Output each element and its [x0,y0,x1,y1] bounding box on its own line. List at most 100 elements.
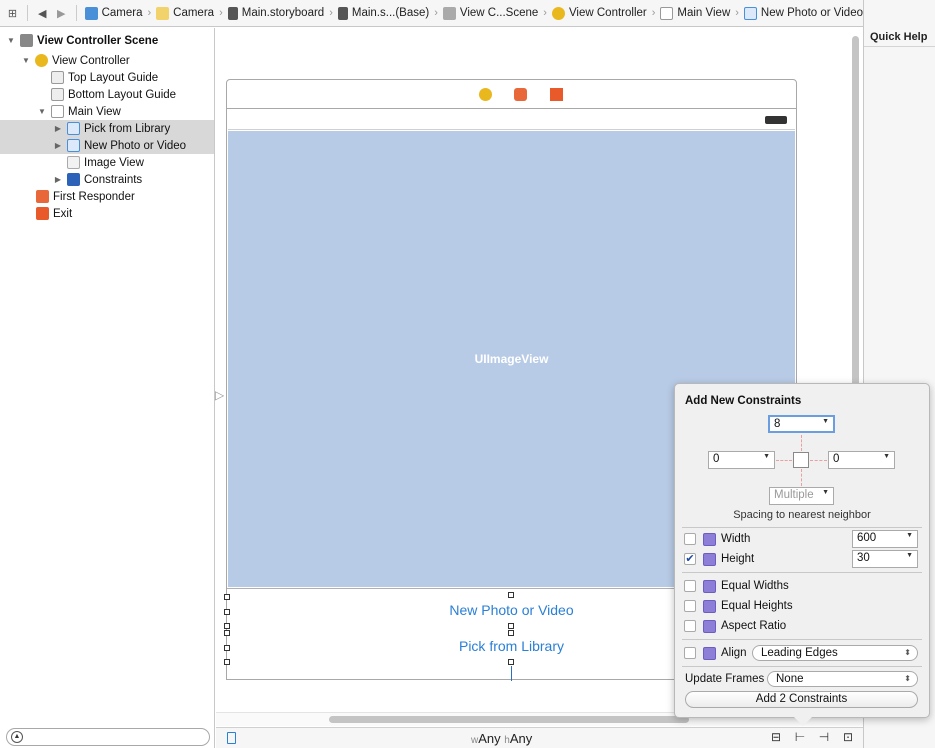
breadcrumb-folder[interactable]: Camera [156,6,214,20]
breadcrumb-scene[interactable]: View C...Scene [442,6,538,20]
popup-arrows-icon: ⬍ [904,648,911,657]
resize-handle[interactable] [224,594,230,600]
dropdown-arrow-icon[interactable]: ▼ [763,453,770,460]
project-icon [84,6,98,20]
divider [682,572,922,573]
outline-item-bottom-layout-guide[interactable]: Bottom Layout Guide [0,86,214,103]
outline-item-new-photo-or-video[interactable]: ▶ New Photo or Video [0,137,214,154]
width-icon [703,532,716,546]
outline-item-view-controller[interactable]: ▼ View Controller [0,52,214,69]
view-controller-icon [35,54,48,67]
equal-widths-icon [703,579,716,593]
storyboard-icon [337,6,348,20]
dropdown-arrow-icon[interactable]: ▼ [822,418,829,425]
trailing-pin-toggle[interactable] [810,460,827,461]
aspect-ratio-checkbox[interactable] [684,620,696,632]
outline-item-main-view[interactable]: ▼ Main View [0,103,214,120]
breadcrumb-view-controller[interactable]: View Controller [551,6,647,20]
horizontal-scroll-thumb[interactable] [329,716,689,723]
update-frames-label: Update Frames [685,673,765,685]
outline-item-image-view[interactable]: Image View [0,154,214,171]
outline-item-constraints[interactable]: ▶ Constraints [0,171,214,188]
trailing-spacing-field[interactable]: 0 ▼ [828,451,895,469]
width-value-field[interactable]: 600 ▼ [852,530,918,548]
image-view-label: UIImageView [474,352,549,366]
dropdown-arrow-icon[interactable]: ▼ [906,552,913,559]
update-frames-popup[interactable]: None ⬍ [767,671,918,687]
layout-buttons: ⊟ ⊢ ⊣ ⊡ [769,730,855,744]
resolve-issues-icon[interactable]: ⊣ [817,730,831,744]
button-icon [67,122,80,135]
height-value-field[interactable]: 30 ▼ [852,550,918,568]
show-outline-icon[interactable] [227,732,236,744]
view-icon [51,105,64,118]
disclosure-triangle-icon[interactable]: ▶ [53,175,63,184]
height-checkbox[interactable]: ✔ [684,553,696,565]
leading-spacing-field[interactable]: 0 ▼ [708,451,775,469]
align-icon[interactable]: ⊟ [769,730,783,744]
breadcrumb-separator: › [651,7,656,19]
align-constraint-icon [703,646,716,660]
resize-handle[interactable] [224,659,230,665]
forward-button[interactable]: ▶ [55,5,68,21]
resize-handle[interactable] [508,630,514,636]
dropdown-arrow-icon[interactable]: ▼ [822,489,829,496]
breadcrumb-storyboard-base[interactable]: Main.s...(Base) [337,6,429,20]
layout-guide-icon [51,88,64,101]
exit-icon[interactable] [550,88,563,101]
disclosure-triangle-icon[interactable]: ▼ [21,56,31,65]
resize-handle[interactable] [508,659,514,665]
dropdown-arrow-icon[interactable]: ▼ [906,532,913,539]
disclosure-triangle-icon[interactable]: ▼ [6,36,16,45]
related-items-icon[interactable]: ⊞ [6,5,19,21]
breadcrumb-button[interactable]: New Photo or Video [743,6,863,20]
equal-widths-row: Equal Widths [684,577,789,595]
resize-handle[interactable] [508,592,514,598]
view-controller-icon [551,6,565,20]
disclosure-triangle-icon[interactable]: ▶ [53,141,63,150]
breadcrumb-storyboard[interactable]: Main.storyboard [227,6,324,20]
bottom-spacing-field[interactable]: Multiple ▼ [769,487,834,505]
bottom-pin-toggle[interactable] [801,469,802,486]
leading-pin-toggle[interactable] [776,460,792,461]
first-responder-icon [36,190,49,203]
divider [682,666,922,667]
equal-heights-checkbox[interactable] [684,600,696,612]
outline-filter-input[interactable]: ▲ [6,728,210,746]
first-responder-icon[interactable] [514,88,527,101]
outline-item-first-responder[interactable]: First Responder [0,188,214,205]
disclosure-triangle-icon[interactable]: ▼ [37,107,47,116]
disclosure-triangle-icon[interactable]: ▶ [53,124,63,133]
top-pin-toggle[interactable] [801,435,802,451]
width-checkbox[interactable] [684,533,696,545]
back-button[interactable]: ◀ [36,5,49,21]
dropdown-arrow-icon[interactable]: ▼ [883,453,890,460]
equal-widths-checkbox[interactable] [684,580,696,592]
aspect-ratio-icon [703,619,716,633]
resize-handle[interactable] [508,623,514,629]
view-controller-icon[interactable] [479,88,492,101]
outline-collapse-handle-icon[interactable]: ▷ [215,388,224,402]
align-popup[interactable]: Leading Edges ⬍ [752,645,918,661]
breadcrumb-separator: › [219,7,223,19]
add-constraints-button[interactable]: Add 2 Constraints [685,691,918,708]
document-outline: ▼ View Controller Scene ▼ View Controlle… [0,28,215,748]
align-checkbox[interactable] [684,647,696,659]
breadcrumb-main-view[interactable]: Main View [660,6,730,20]
view-icon [660,6,674,20]
resizing-behavior-icon[interactable]: ⊡ [841,730,855,744]
resize-handle[interactable] [224,623,230,629]
breadcrumb-separator: › [434,7,438,19]
outline-item-pick-from-library[interactable]: ▶ Pick from Library [0,120,214,137]
outline-item-top-layout-guide[interactable]: Top Layout Guide [0,69,214,86]
resize-handle[interactable] [224,609,230,615]
pin-icon[interactable]: ⊢ [793,730,807,744]
size-class-selector[interactable]: wAny hAny [471,731,532,746]
top-spacing-field[interactable]: 8 ▼ [768,415,835,433]
breadcrumb-project[interactable]: Camera [84,6,142,20]
divider [26,5,28,21]
outline-item-view-controller-scene[interactable]: ▼ View Controller Scene [0,32,214,49]
resize-handle[interactable] [224,630,230,636]
outline-item-exit[interactable]: Exit [0,205,214,222]
resize-handle[interactable] [224,645,230,651]
